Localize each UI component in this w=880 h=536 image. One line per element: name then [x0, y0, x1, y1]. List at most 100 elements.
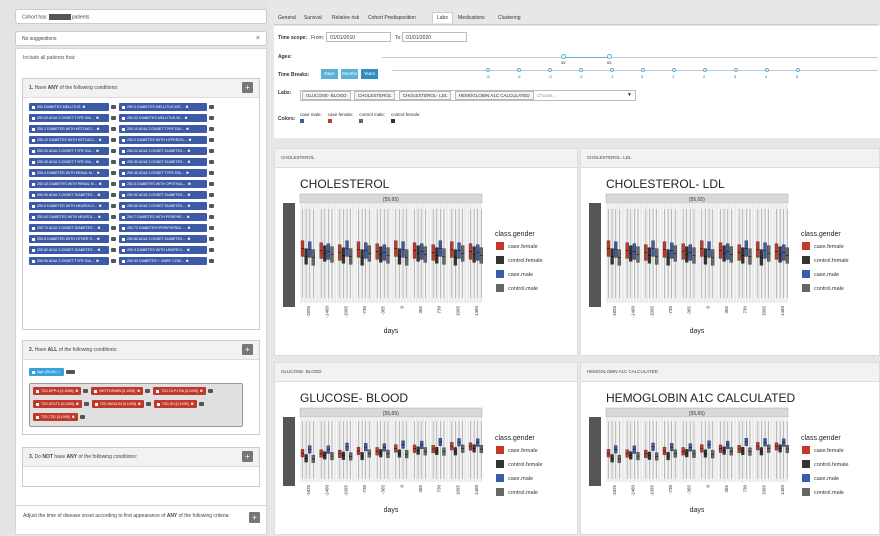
remove-icon[interactable]: ✖ — [186, 103, 189, 111]
tab-cohort-predisposition[interactable]: Cohort Predisposition — [368, 13, 416, 24]
remove-icon[interactable]: ✖ — [96, 114, 99, 122]
and-icon[interactable] — [209, 149, 214, 153]
checkbox-icon[interactable] — [122, 127, 125, 131]
condition-tag[interactable]: 250.30 ADULT-ONSET TYPE DIA... ✖ — [29, 158, 109, 166]
checkbox-icon[interactable] — [122, 160, 125, 164]
condition-tag[interactable]: 250.80 ADULT-ONSET DIABETES... ✖ — [119, 235, 207, 243]
and-icon[interactable] — [111, 138, 116, 142]
condition-tag[interactable]: 250.1 DIABETES WITH KETOACI... ✖ — [29, 125, 109, 133]
and-icon[interactable] — [111, 193, 116, 197]
lab-chip[interactable]: HEMOGLOBIN A1C CALCULATED — [454, 91, 534, 100]
checkbox-icon[interactable] — [36, 415, 39, 419]
condition-tag[interactable]: 250.70 ADULT-ONSET DIABETES... ✖ — [29, 224, 109, 232]
and-icon[interactable] — [111, 127, 116, 131]
condition-tag[interactable]: 250.00 ADULT-ONSET TYPE DIA... ✖ — [29, 114, 109, 122]
checkbox-icon[interactable] — [156, 402, 160, 406]
add-condition-button[interactable]: + — [242, 344, 253, 355]
remove-icon[interactable]: ✖ — [96, 147, 99, 155]
remove-icon[interactable]: ✖ — [185, 114, 188, 122]
remove-icon[interactable]: ✖ — [99, 202, 102, 210]
checkbox-icon[interactable] — [36, 389, 39, 393]
condition-tag[interactable]: 250.90 ADULT-ONSET TYPE DIA... ✖ — [29, 257, 109, 265]
condition-tag[interactable]: 250.62 DIABETES WITH NEUROL... ✖ — [29, 213, 109, 221]
condition-tag[interactable]: 250.72 DIABETES+PERIPHERAL ... ✖ — [119, 224, 207, 232]
condition-tag[interactable]: 250.22 ADULT-ONSET DIABETES... ✖ — [119, 147, 207, 155]
and-icon[interactable] — [207, 389, 213, 393]
condition-tag[interactable]: 250.8 DIABETES WITH OTHER S... ✖ — [29, 235, 109, 243]
checkbox-icon[interactable] — [32, 138, 35, 142]
remove-icon[interactable]: ✖ — [187, 202, 190, 210]
and-icon[interactable] — [65, 370, 75, 374]
condition-tag[interactable]: 250.4 DIABETES WITH RENAL M... ✖ — [29, 169, 109, 177]
labs-multiselect[interactable]: GLUCOSE- BLOOD CHOLESTEROL CHOLESTEROL- … — [300, 90, 636, 101]
checkbox-icon[interactable] — [122, 138, 125, 142]
medication-tag[interactable]: T2D,SGLT2 [0,1095] ✖ — [33, 400, 82, 408]
remove-icon[interactable]: ✖ — [188, 224, 191, 232]
and-icon[interactable] — [111, 171, 116, 175]
remove-icon[interactable]: ✖ — [96, 257, 99, 265]
lab-chip[interactable]: GLUCOSE- BLOOD — [302, 91, 351, 100]
and-icon[interactable] — [111, 248, 116, 252]
and-icon[interactable] — [111, 105, 116, 109]
condition-tag[interactable]: 250.92 DIABETES + UNSP. COM... ✖ — [119, 257, 207, 265]
to-date-input[interactable]: 01/01/2020 — [402, 32, 467, 42]
remove-icon[interactable]: ✖ — [82, 103, 85, 111]
and-icon[interactable] — [111, 226, 116, 230]
time-breaks-slider[interactable] — [392, 70, 878, 71]
and-icon[interactable] — [209, 116, 214, 120]
tab-survival[interactable]: Survival — [304, 13, 322, 24]
add-condition-button[interactable]: + — [242, 451, 253, 462]
condition-tag[interactable]: 250.32 ADULT-ONSET DIABETES... ✖ — [119, 158, 207, 166]
remove-icon[interactable]: ✖ — [187, 191, 190, 199]
medication-tag[interactable]: T2D,GLP1 RA [0,1095] ✖ — [153, 387, 206, 395]
and-icon[interactable] — [209, 193, 214, 197]
age-tag[interactable]: Age: [55,65) ✓ — [29, 368, 64, 376]
add-criteria-button[interactable]: + — [249, 512, 260, 523]
and-icon[interactable] — [111, 259, 116, 263]
and-icon[interactable] — [111, 149, 116, 153]
remove-icon[interactable]: ✖ — [97, 125, 100, 133]
suggestions-input[interactable]: No suggestions × — [15, 31, 267, 46]
remove-icon[interactable]: ✖ — [97, 191, 100, 199]
medication-tag[interactable]: T2D,INSULIN [0,1095] ✖ — [91, 400, 144, 408]
and-icon[interactable] — [83, 402, 89, 406]
ages-min-handle[interactable] — [561, 54, 566, 59]
months-button[interactable]: Months — [341, 69, 358, 79]
lab-chip[interactable]: CHOLESTEROL- LDL — [398, 91, 452, 100]
checkbox-icon[interactable] — [122, 182, 125, 186]
checkbox-icon[interactable] — [122, 193, 125, 197]
condition-tag[interactable]: 250.5 DIABETES WITH OPHTHAL... ✖ — [119, 180, 207, 188]
remove-icon[interactable]: ✖ — [187, 213, 190, 221]
checkbox-icon[interactable] — [122, 215, 125, 219]
checkbox-icon[interactable] — [32, 248, 35, 252]
remove-icon[interactable]: ✖ — [98, 213, 101, 221]
remove-icon[interactable]: ✖ — [97, 224, 100, 232]
remove-icon[interactable]: ✖ — [97, 235, 100, 243]
and-icon[interactable] — [145, 389, 151, 393]
checkbox-icon[interactable] — [32, 193, 35, 197]
ages-slider-track[interactable] — [382, 57, 878, 58]
checkbox-icon[interactable] — [32, 171, 35, 175]
remove-icon[interactable]: ✖ — [99, 136, 102, 144]
remove-icon[interactable]: ✖ — [186, 125, 189, 133]
and-icon[interactable] — [111, 237, 116, 241]
and-icon[interactable] — [198, 402, 204, 406]
color-item[interactable]: control female: — [391, 112, 421, 123]
remove-icon[interactable]: ✖ — [186, 169, 189, 177]
tab-labs[interactable]: Labs — [432, 12, 453, 23]
remove-icon[interactable]: ✖ — [96, 158, 99, 166]
remove-icon[interactable]: ✖ — [72, 413, 75, 421]
checkbox-icon[interactable] — [32, 237, 35, 241]
and-icon[interactable] — [111, 116, 116, 120]
remove-icon[interactable]: ✖ — [187, 235, 190, 243]
checkbox-icon[interactable] — [32, 204, 35, 208]
checkbox-icon[interactable] — [122, 204, 125, 208]
checkbox-icon[interactable] — [32, 182, 35, 186]
remove-icon[interactable]: ✖ — [138, 400, 141, 408]
checkbox-icon[interactable] — [122, 237, 125, 241]
condition-tag[interactable]: 250.50 ADULT-ONSET DIABETES... ✖ — [29, 191, 109, 199]
and-icon[interactable] — [209, 204, 214, 208]
condition-tag[interactable]: 250.12 DIABETES WITH KETOACI... ✖ — [29, 136, 109, 144]
and-icon[interactable] — [209, 259, 214, 263]
condition-tag[interactable]: 250.9 DIABETES WITH UNSPECI... ✖ — [119, 246, 207, 254]
